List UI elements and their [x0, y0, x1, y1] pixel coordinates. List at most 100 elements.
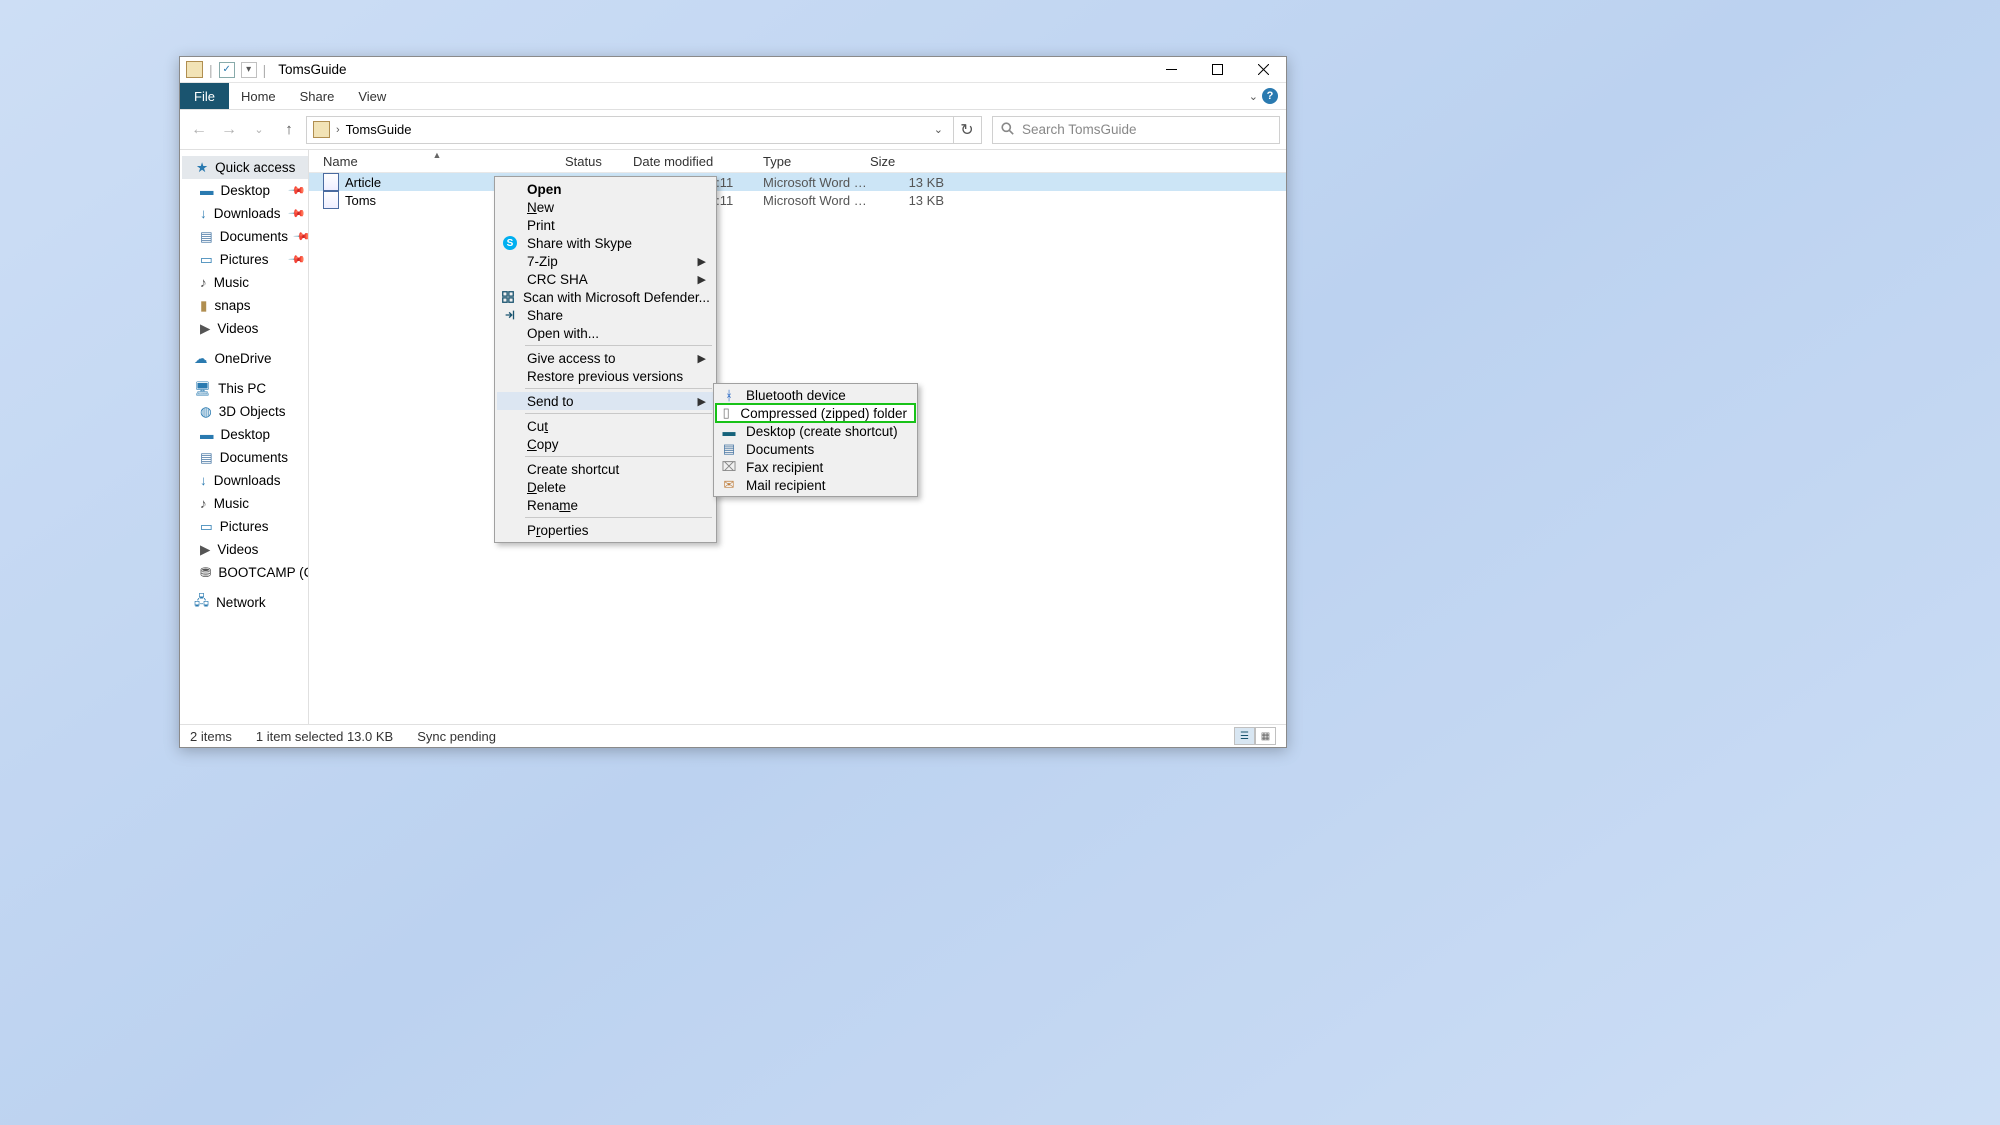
file-type: Microsoft Word 97-2... [763, 193, 870, 208]
nav-music[interactable]: ♪Music [180, 271, 308, 294]
ctx-share-skype[interactable]: SShare with Skype [497, 234, 714, 252]
sendto-bluetooth[interactable]: ᚼBluetooth device [716, 386, 915, 404]
ctx-properties[interactable]: Properties [497, 521, 714, 539]
search-placeholder: Search TomsGuide [1022, 122, 1137, 137]
minimize-button[interactable] [1148, 57, 1194, 82]
menu-separator [525, 345, 712, 346]
col-type[interactable]: Type [763, 154, 870, 169]
ctx-giveaccess[interactable]: Give access to▶ [497, 349, 714, 367]
file-list-area[interactable]: Name▲ Status Date modified Type Size Art… [309, 150, 1286, 724]
maximize-button[interactable] [1194, 57, 1240, 82]
nav-videos[interactable]: ▶Videos [180, 317, 308, 340]
mail-icon: ✉ [724, 477, 735, 493]
col-status[interactable]: Status [565, 154, 633, 169]
nav-documents[interactable]: ▤Documents📌 [180, 225, 308, 248]
status-items: 2 items [190, 729, 232, 744]
status-selected: 1 item selected 13.0 KB [256, 729, 393, 744]
ctx-print[interactable]: Print [497, 216, 714, 234]
ctx-7zip[interactable]: 7-Zip▶ [497, 252, 714, 270]
sendto-fax[interactable]: ⌧Fax recipient [716, 458, 915, 476]
nav-pictures[interactable]: ▭Pictures📌 [180, 248, 308, 271]
sendto-mail[interactable]: ✉Mail recipient [716, 476, 915, 494]
nav-network[interactable]: 🖧Network [180, 591, 308, 614]
ctx-delete[interactable]: Delete [497, 478, 714, 496]
nav-videos2[interactable]: ▶Videos [180, 538, 308, 561]
nav-thispc[interactable]: 🖥This PC [180, 377, 308, 400]
col-date[interactable]: Date modified [633, 154, 763, 169]
file-size: 13 KB [870, 193, 950, 208]
submenu-arrow-icon: ▶ [698, 273, 706, 286]
address-segment[interactable]: TomsGuide [346, 122, 412, 137]
search-input[interactable]: Search TomsGuide [992, 116, 1280, 144]
nav-quick-access[interactable]: ★Quick access [180, 156, 308, 179]
help-icon[interactable]: ? [1262, 88, 1278, 104]
nav-history-dropdown[interactable]: ⌄ [246, 117, 272, 143]
address-bar[interactable]: › TomsGuide ⌄ [306, 116, 954, 144]
status-sync: Sync pending [417, 729, 496, 744]
pin-icon: 📌 [288, 250, 307, 269]
ctx-restore[interactable]: Restore previous versions [497, 367, 714, 385]
file-explorer-window[interactable]: | ✓ ▾ | TomsGuide File Home Share View ⌄… [179, 56, 1287, 748]
address-row: ← → ⌄ ↑ › TomsGuide ⌄ ↻ Search TomsGuide [180, 110, 1286, 150]
address-dropdown-icon[interactable]: ⌄ [934, 123, 947, 136]
col-size[interactable]: Size [870, 154, 944, 169]
nav-snaps[interactable]: ▮snaps [180, 294, 308, 317]
ribbon-expand-icon[interactable]: ⌄ [1249, 90, 1258, 103]
nav-downloads[interactable]: ↓Downloads📌 [180, 202, 308, 225]
sendto-desktop[interactable]: ▬Desktop (create shortcut) [716, 422, 915, 440]
ctx-new[interactable]: New [497, 198, 714, 216]
tab-view[interactable]: View [346, 83, 398, 109]
ctx-defender[interactable]: Scan with Microsoft Defender... [497, 288, 714, 306]
ctx-share[interactable]: Share [497, 306, 714, 324]
view-details-button[interactable]: ☰ [1234, 727, 1255, 745]
nav-bootcamp[interactable]: ⛃BOOTCAMP (C:) [180, 561, 308, 584]
nav-up-button[interactable]: ↑ [276, 117, 302, 143]
nav-music2[interactable]: ♪Music [180, 492, 308, 515]
ctx-shortcut[interactable]: Create shortcut [497, 460, 714, 478]
nav-desktop[interactable]: ▬Desktop📌 [180, 179, 308, 202]
desktop-icon: ▬ [723, 424, 736, 439]
file-row[interactable]: Toms 22/09/2022 15:11 Microsoft Word 97-… [309, 191, 1286, 209]
tab-share[interactable]: Share [288, 83, 347, 109]
search-icon [1001, 122, 1014, 138]
sendto-zipped[interactable]: ▯Compressed (zipped) folder [716, 404, 915, 422]
nav-3dobjects[interactable]: ◍3D Objects [180, 400, 308, 423]
tab-file[interactable]: File [180, 83, 229, 109]
refresh-button[interactable]: ↻ [953, 116, 982, 144]
nav-pictures2[interactable]: ▭Pictures [180, 515, 308, 538]
chevron-right-icon[interactable]: › [336, 124, 340, 136]
nav-onedrive[interactable]: ☁OneDrive [180, 347, 308, 370]
ctx-copy[interactable]: Copy [497, 435, 714, 453]
ctx-cut[interactable]: Cut [497, 417, 714, 435]
properties-icon[interactable]: ✓ [219, 62, 235, 78]
ctx-rename[interactable]: Rename [497, 496, 714, 514]
column-headers[interactable]: Name▲ Status Date modified Type Size [309, 150, 1286, 173]
skype-icon: S [503, 236, 517, 250]
file-size: 13 KB [870, 175, 950, 190]
context-menu[interactable]: Open New Print SShare with Skype 7-Zip▶ … [494, 176, 717, 543]
titlebar: | ✓ ▾ | TomsGuide [180, 57, 1286, 83]
nav-forward-button[interactable]: → [216, 117, 242, 143]
ctx-sendto[interactable]: Send to▶ [497, 392, 714, 410]
sendto-submenu[interactable]: ᚼBluetooth device ▯Compressed (zipped) f… [713, 383, 918, 497]
sendto-documents[interactable]: ▤Documents [716, 440, 915, 458]
nav-back-button[interactable]: ← [186, 117, 212, 143]
ctx-openwith[interactable]: Open with... [497, 324, 714, 342]
qat-dropdown-icon[interactable]: ▾ [241, 62, 257, 78]
window-title: TomsGuide [278, 62, 346, 77]
nav-desktop2[interactable]: ▬Desktop [180, 423, 308, 446]
tab-home[interactable]: Home [229, 83, 288, 109]
file-row[interactable]: Article 22/09/2022 15:11 Microsoft Word … [309, 173, 1286, 191]
menu-separator [525, 388, 712, 389]
bluetooth-icon: ᚼ [725, 388, 733, 403]
view-large-button[interactable]: ▦ [1255, 727, 1276, 745]
col-name[interactable]: Name▲ [309, 154, 565, 169]
submenu-arrow-icon: ▶ [698, 352, 706, 365]
close-button[interactable] [1240, 57, 1286, 82]
ctx-crcsha[interactable]: CRC SHA▶ [497, 270, 714, 288]
ctx-open[interactable]: Open [497, 180, 714, 198]
title-quick-icons: | ✓ ▾ | [182, 61, 266, 78]
navigation-pane[interactable]: ★Quick access ▬Desktop📌 ↓Downloads📌 ▤Doc… [180, 150, 309, 724]
nav-documents2[interactable]: ▤Documents [180, 446, 308, 469]
nav-downloads2[interactable]: ↓Downloads [180, 469, 308, 492]
